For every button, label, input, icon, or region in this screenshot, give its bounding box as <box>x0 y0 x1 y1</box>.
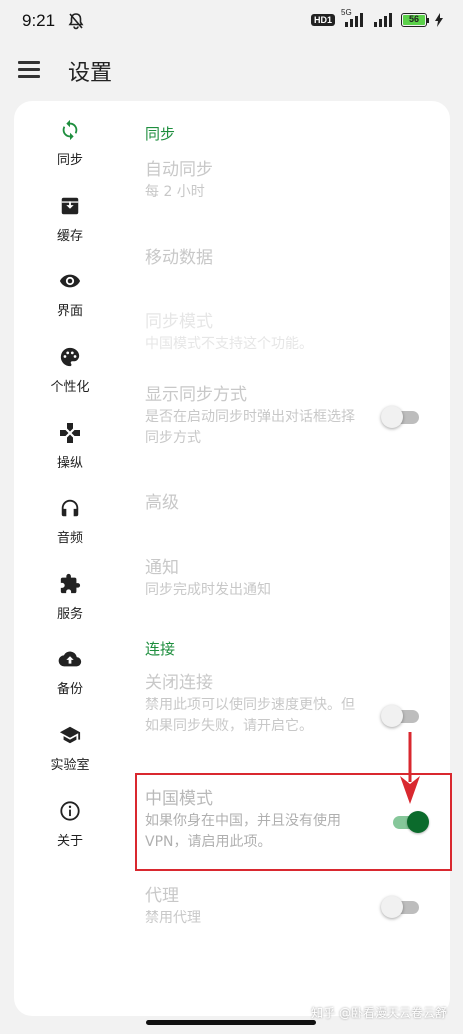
headphones-icon <box>57 495 83 521</box>
pref-summary: 同步完成时发出通知 <box>145 582 271 598</box>
pref-summary: 禁用此项可以使同步速度更快。但如果同步失败，请开启它。 <box>145 697 355 734</box>
eye-icon <box>57 268 83 294</box>
sidebar-item-label: 服务 <box>56 607 83 622</box>
sidebar-item-sync[interactable]: 同步 <box>14 117 126 187</box>
gesture-bar <box>146 1020 316 1025</box>
pref-notify[interactable]: 通知 同步完成时发出通知 <box>145 556 435 601</box>
charging-icon <box>435 13 443 27</box>
pref-title: 自动同步 <box>145 160 213 180</box>
sidebar-item-label: 操纵 <box>56 456 83 471</box>
section-header-sync: 同步 <box>145 125 176 143</box>
pref-summary: 禁用代理 <box>145 910 201 926</box>
gamepad-icon <box>57 420 83 446</box>
section-header-connection: 连接 <box>145 640 176 658</box>
signal-icon <box>374 13 392 27</box>
bell-off-icon <box>68 12 84 34</box>
sidebar-item-label: 同步 <box>56 153 83 168</box>
hd-badge: HD1 <box>310 14 335 26</box>
status-time: 9:21 <box>22 11 56 30</box>
palette-icon <box>57 344 83 370</box>
arrow-down-icon <box>400 732 420 804</box>
sidebar-item-audio[interactable]: 音频 <box>14 495 126 565</box>
sidebar-item-about[interactable]: 关于 <box>14 798 126 868</box>
page-title: 设置 <box>68 61 113 86</box>
pref-summary: 是否在启动同步时弹出对话框选择同步方式 <box>145 409 355 446</box>
school-icon <box>57 722 83 748</box>
battery-icon: 56 <box>401 13 429 27</box>
sidebar-item-label: 音频 <box>56 531 83 546</box>
pref-auto-sync[interactable]: 自动同步 每 2 小时 <box>145 158 435 203</box>
sidebar-item-label: 个性化 <box>50 380 90 395</box>
sidebar-item-services[interactable]: 服务 <box>14 571 126 641</box>
sidebar-item-personalize[interactable]: 个性化 <box>14 344 126 414</box>
signal-5g-icon: 5G <box>341 8 367 28</box>
status-bar: 9:21 HD1 5G 56 <box>0 0 463 44</box>
pref-title: 显示同步方式 <box>145 385 247 405</box>
sync-icon <box>57 117 83 143</box>
pref-title: 高级 <box>145 493 179 513</box>
pref-mobile-data[interactable]: 移动数据 <box>145 246 435 270</box>
pref-summary: 中国模式不支持这个功能。 <box>145 336 313 352</box>
watermark: 知乎 @卧看漫天云卷云舒 <box>311 1006 447 1020</box>
pref-title: 同步模式 <box>145 312 213 332</box>
proxy-toggle[interactable] <box>381 895 421 919</box>
cloud-upload-icon <box>57 646 83 672</box>
battery-level: 56 <box>403 15 425 25</box>
pref-summary: 每 2 小时 <box>145 184 205 200</box>
pref-title: 移动数据 <box>145 248 213 268</box>
archive-icon <box>57 193 83 219</box>
pref-advanced[interactable]: 高级 <box>145 491 435 515</box>
sidebar-item-controls[interactable]: 操纵 <box>14 420 126 490</box>
info-icon <box>57 798 83 824</box>
sidebar-item-label: 备份 <box>56 682 83 697</box>
status-icons: HD1 5G 56 <box>310 8 443 28</box>
menu-icon[interactable] <box>18 58 42 80</box>
sidebar-item-label: 缓存 <box>56 229 83 244</box>
pref-sync-mode: 同步模式 中国模式不支持这个功能。 <box>145 310 435 355</box>
pref-title: 关闭连接 <box>145 673 213 693</box>
sidebar-item-backup[interactable]: 备份 <box>14 646 126 716</box>
show-sync-method-toggle[interactable] <box>381 405 421 429</box>
sidebar-item-label: 关于 <box>56 834 83 849</box>
sidebar-item-label: 实验室 <box>50 758 90 773</box>
sidebar-item-lab[interactable]: 实验室 <box>14 722 126 792</box>
sidebar-item-label: 界面 <box>56 304 83 319</box>
pref-title: 通知 <box>145 558 179 578</box>
sidebar-item-cache[interactable]: 缓存 <box>14 193 126 263</box>
app-bar: 设置 <box>0 44 463 96</box>
sidebar-item-interface[interactable]: 界面 <box>14 268 126 338</box>
settings-sidebar: 同步 缓存 界面 个性化 操纵 音频 服务 备份 实验室 关于 <box>14 101 126 861</box>
close-connection-toggle[interactable] <box>381 704 421 728</box>
puzzle-icon <box>57 571 83 597</box>
